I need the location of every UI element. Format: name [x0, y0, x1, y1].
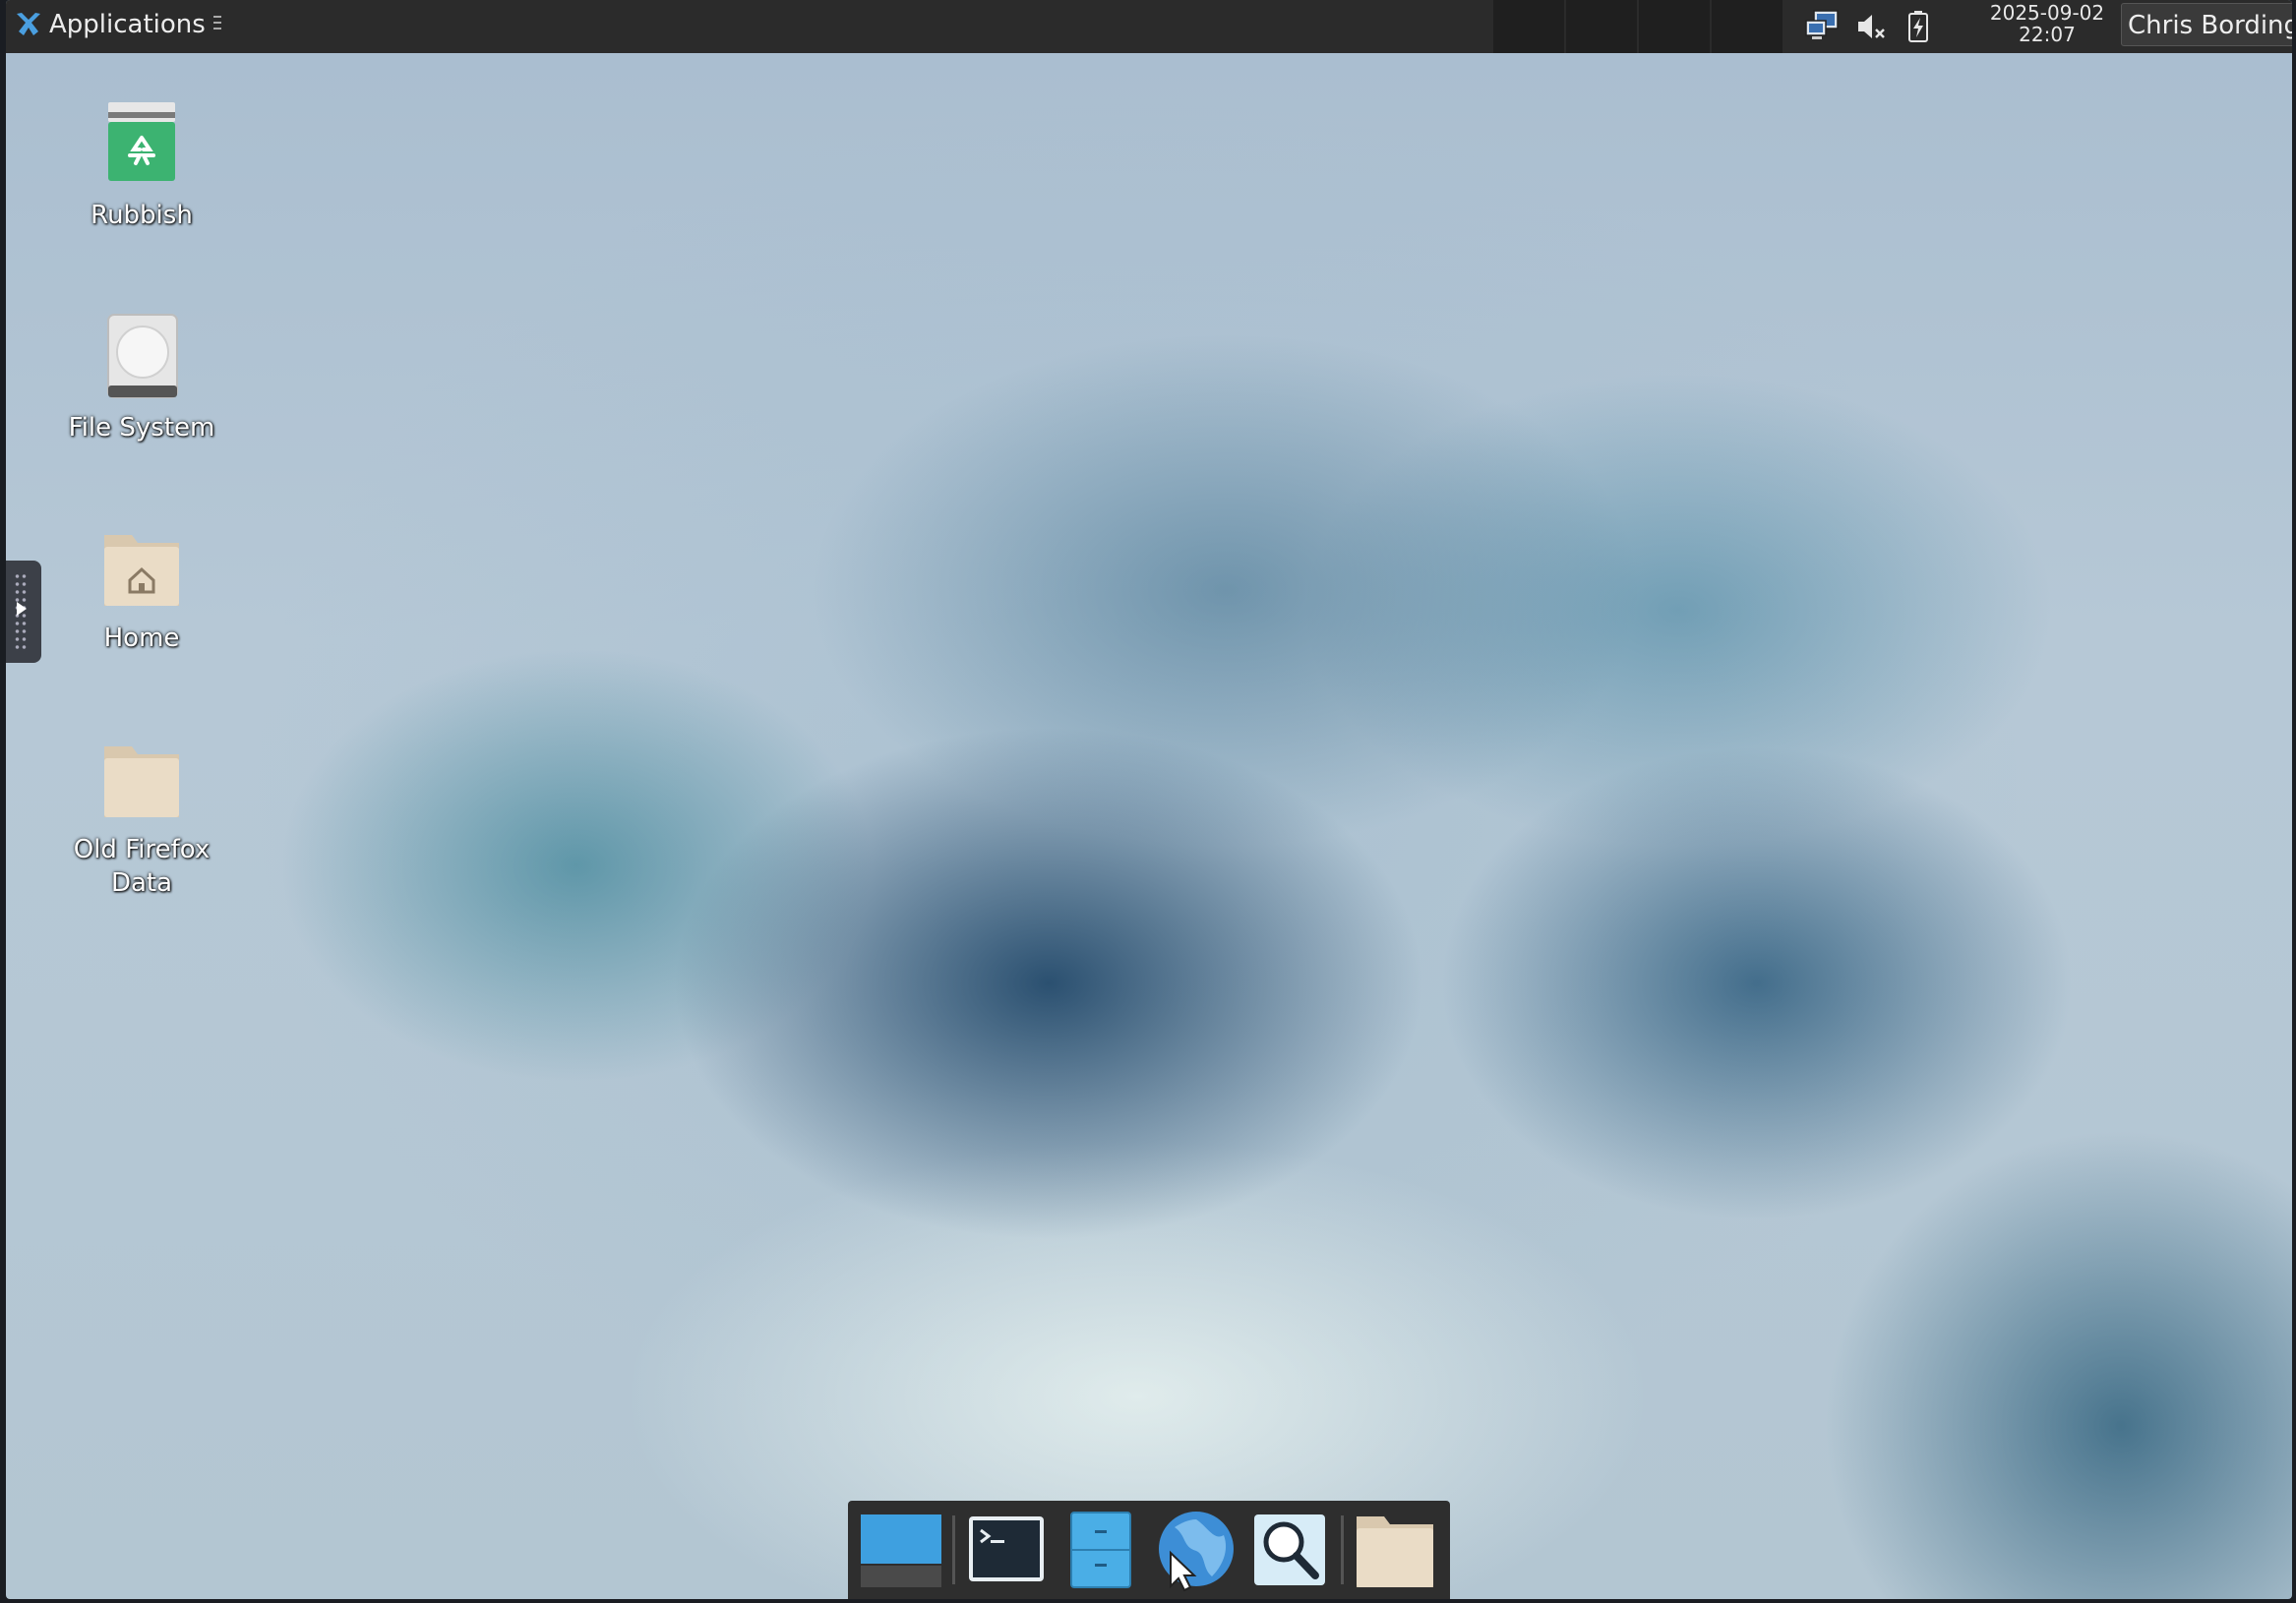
workspace-switcher[interactable] [1493, 0, 1784, 53]
workspace-3[interactable] [1639, 0, 1712, 53]
desktop-icon-label: File System [68, 413, 215, 443]
terminal-button[interactable] [959, 1505, 1054, 1595]
hard-drive-icon [94, 311, 189, 405]
dock-panel [848, 1501, 1450, 1599]
app-finder-button[interactable] [1242, 1505, 1337, 1595]
web-browser-button[interactable] [1148, 1505, 1242, 1595]
volume-muted-icon[interactable] [1847, 5, 1895, 48]
desktop-icon-rubbish[interactable]: Rubbish [43, 98, 240, 232]
desktop-icon-file-system[interactable]: File System [43, 311, 240, 445]
file-manager-icon [1070, 1512, 1131, 1588]
show-desktop-button[interactable] [854, 1505, 948, 1595]
network-icon[interactable] [1800, 5, 1847, 48]
battery-charging-icon[interactable] [1895, 5, 1942, 48]
web-browser-icon [1159, 1512, 1234, 1592]
workspace-1[interactable] [1493, 0, 1566, 53]
panel-grip-icon [212, 16, 221, 33]
top-panel: Applications 2025-09-02 22:07 Chris Bord… [6, 0, 2292, 53]
dock-separator [1341, 1515, 1344, 1584]
desktop-icon-label: Home [103, 623, 180, 653]
xfce-logo-icon [17, 13, 40, 35]
workspace-4[interactable] [1712, 0, 1784, 53]
desktop-background[interactable]: Applications 2025-09-02 22:07 Chris Bord… [6, 0, 2292, 1599]
clock-date: 2025-09-02 [1989, 1, 2105, 25]
folder-button[interactable] [1348, 1505, 1442, 1595]
folder-icon [94, 733, 189, 827]
file-manager-button[interactable] [1054, 1505, 1148, 1595]
dock-separator [952, 1515, 955, 1584]
side-panel-handle[interactable] [6, 561, 41, 663]
user-menu-button[interactable]: Chris Bording [2121, 3, 2292, 46]
desktop-icon-home[interactable]: Home [43, 521, 240, 655]
applications-menu-button[interactable]: Applications [6, 0, 221, 49]
home-folder-icon [94, 521, 189, 616]
terminal-icon [969, 1516, 1044, 1581]
clock[interactable]: 2025-09-02 22:07 [1973, 2, 2121, 45]
workspace-2[interactable] [1566, 0, 1639, 53]
system-tray [1800, 0, 1942, 53]
show-desktop-icon [861, 1514, 941, 1587]
folder-icon [1357, 1516, 1433, 1587]
rubbish-bin-icon [94, 98, 189, 193]
desktop-icon-label: Rubbish [91, 201, 193, 230]
app-finder-icon [1254, 1514, 1325, 1585]
clock-time: 22:07 [2019, 23, 2076, 46]
desktop-icon-old-firefox-data[interactable]: Old Firefox Data [43, 733, 240, 900]
applications-label: Applications [49, 10, 206, 39]
desktop-icon-label: Old Firefox Data [73, 835, 211, 898]
expand-arrow-icon [17, 602, 27, 616]
